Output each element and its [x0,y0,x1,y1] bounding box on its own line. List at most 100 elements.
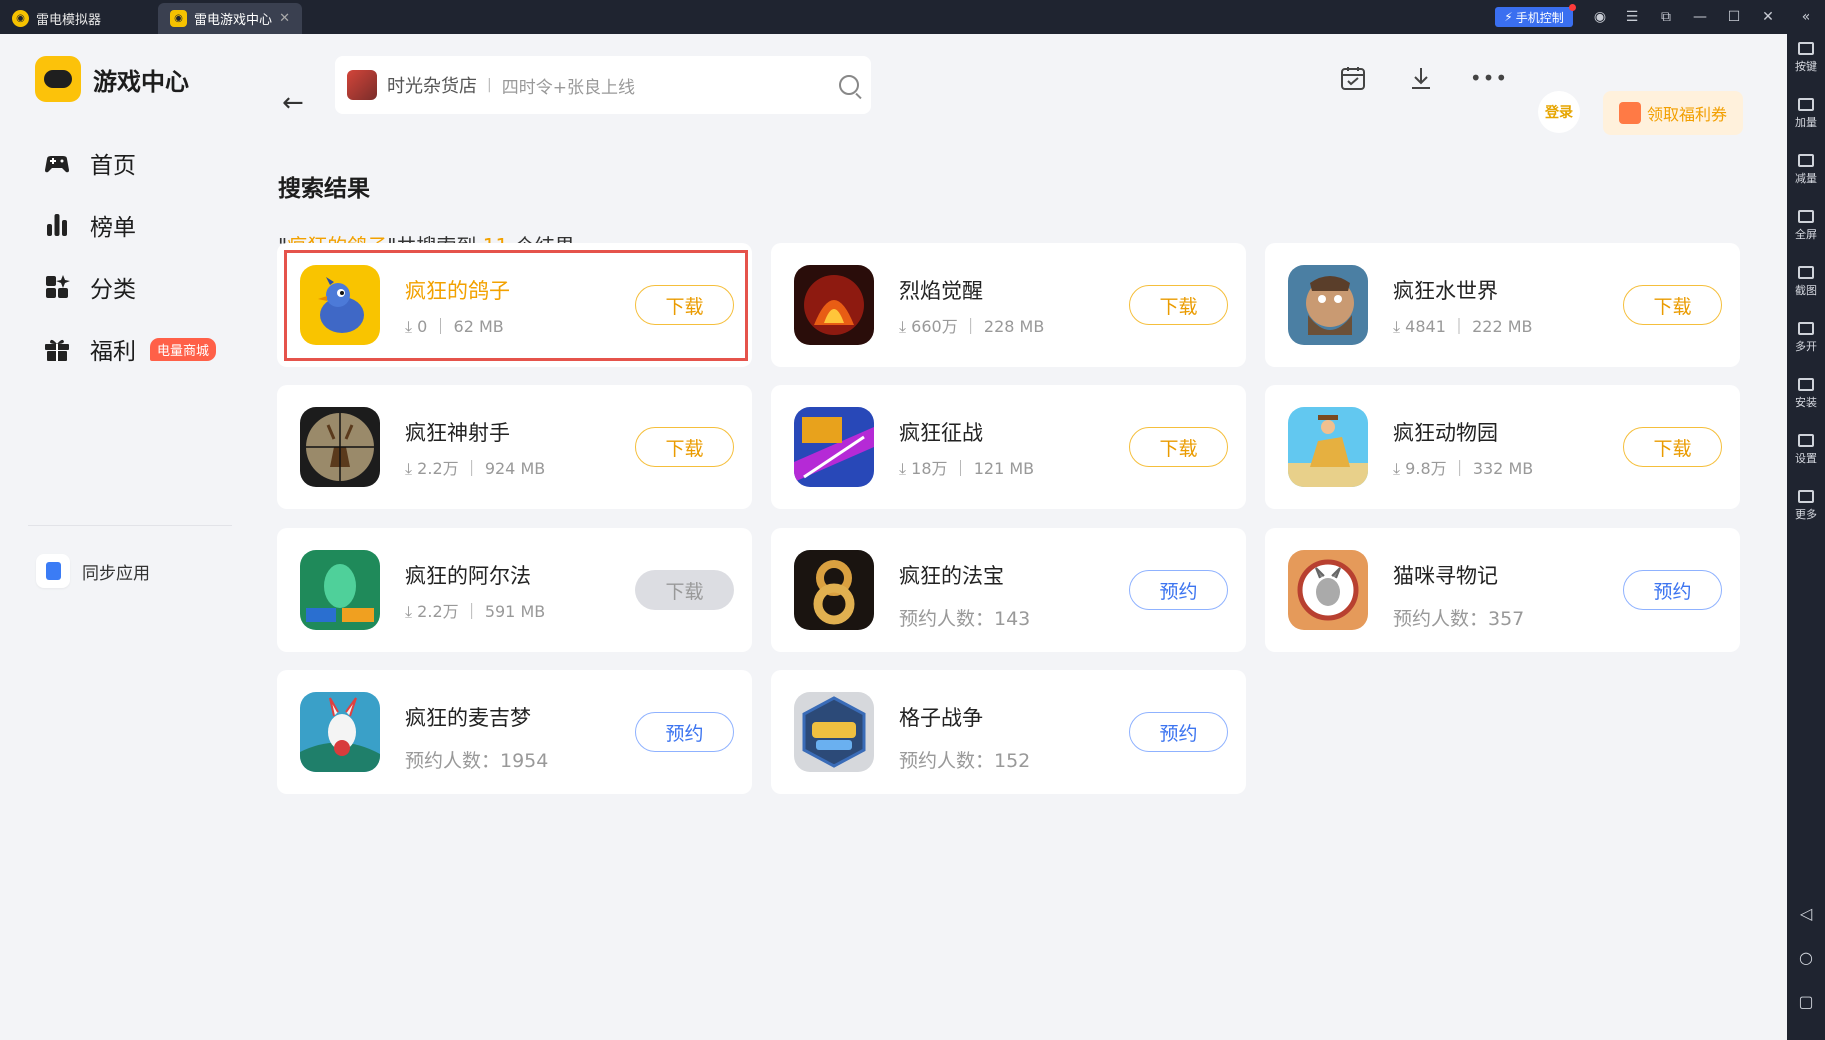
maximize-icon[interactable]: ☐ [1723,6,1745,28]
game-card[interactable]: 疯狂动物园 ⤓ 9.8万 ｜ 332 MB 下载 [1265,385,1740,509]
close-tab-icon[interactable]: ✕ [279,11,290,26]
download-count: 660万 [911,317,958,336]
reservation-count: 预约人数：1954 [405,750,549,772]
android-home-icon[interactable]: ○ [1787,948,1825,967]
reservation-count: 预约人数：357 [1393,608,1525,630]
search-results-title: 搜索结果 [278,176,370,202]
game-card[interactable]: 疯狂水世界 ⤓ 4841 ｜ 222 MB 下载 [1265,243,1740,367]
search-icon[interactable] [839,75,859,95]
download-button[interactable]: 下载 [1623,427,1722,467]
sync-apps-button[interactable]: 同步应用 [36,554,150,588]
tool-screenshot[interactable]: 截图 [1787,266,1825,298]
menu-icon[interactable]: ☰ [1621,6,1643,28]
tool-label: 全屏 [1795,228,1817,241]
download-count: 18万 [911,459,948,478]
game-size: 121 MB [973,459,1035,478]
reserve-button[interactable]: 预约 [1623,570,1722,610]
back-arrow-icon[interactable]: ← [282,90,304,116]
claim-coupon-button[interactable]: 领取福利券 [1603,91,1743,135]
keyboard-icon [1798,42,1814,55]
tool-label: 多开 [1795,340,1817,353]
more-options-icon[interactable]: ••• [1470,64,1507,92]
restore-window-icon[interactable]: ⧉ [1655,6,1677,28]
game-icon-treasure [794,550,874,630]
game-card[interactable]: 疯狂的阿尔法 ⤓ 2.2万 ｜ 591 MB 下载 [277,528,752,652]
download-button-disabled[interactable]: 下载 [635,570,734,610]
login-button[interactable]: 登录 [1538,91,1580,133]
game-icon-water-world [1288,265,1368,345]
game-icon-cat-finder [1288,550,1368,630]
download-button[interactable]: 下载 [1623,285,1722,325]
download-button[interactable]: 下载 [1129,285,1228,325]
phone-control-button[interactable]: ⚡ 手机控制 [1495,4,1576,27]
game-size: 924 MB [484,459,546,478]
game-card[interactable]: 疯狂的麦吉梦 预约人数：1954 预约 [277,670,752,794]
game-card[interactable]: 猫咪寻物记 预约人数：357 预约 [1265,528,1740,652]
scissors-icon [1798,266,1814,279]
tool-settings[interactable]: 设置 [1787,434,1825,466]
category-icon [46,275,70,298]
download-button[interactable]: 下载 [635,285,734,325]
reserve-button[interactable]: 预约 [635,712,734,752]
game-card[interactable]: 格子战争 预约人数：152 预约 [771,670,1246,794]
game-card[interactable]: 疯狂的鸽子 ⤓ 0 ｜ 62 MB 下载 [277,243,752,367]
calendar-icon[interactable] [1339,64,1367,92]
reserve-button[interactable]: 预约 [1129,570,1228,610]
tool-install[interactable]: 安装 [1787,378,1825,410]
android-back-icon[interactable]: ◁ [1787,904,1825,923]
game-icon-conquest [794,407,874,487]
game-card[interactable]: 疯狂的法宝 预约人数：143 预约 [771,528,1246,652]
right-toolbar: 按键 加量 减量 全屏 截图 多开 安装 设置 更多 ◁ ○ ▢ [1787,34,1825,1040]
game-meta: ⤓ 9.8万 ｜ 332 MB [1393,459,1534,478]
account-icon[interactable]: ◉ [1589,6,1611,28]
sync-label: 同步应用 [82,563,150,584]
tab-emulator[interactable]: ◉ 雷电模拟器 [0,3,158,34]
tool-multi-instance[interactable]: 多开 [1787,322,1825,354]
game-name: 疯狂的法宝 [899,564,1004,588]
game-card[interactable]: 疯狂征战 ⤓ 18万 ｜ 121 MB 下载 [771,385,1246,509]
search-separator: | [487,77,492,93]
tool-keymap[interactable]: 按键 [1787,42,1825,74]
download-count-icon: ⤓ [1393,459,1401,478]
brand: 游戏中心 [35,56,189,102]
download-button[interactable]: 下载 [635,427,734,467]
tool-volume-up[interactable]: 加量 [1787,98,1825,130]
close-window-icon[interactable]: ✕ [1757,6,1779,28]
tool-volume-down[interactable]: 减量 [1787,154,1825,186]
download-icon[interactable] [1407,64,1435,92]
game-card[interactable]: 烈焰觉醒 ⤓ 660万 ｜ 228 MB 下载 [771,243,1246,367]
gamepad-icon [45,156,69,173]
sidebar-item-welfare[interactable]: 福利 电量商城 [42,332,217,366]
sidebar-item-home[interactable]: 首页 [42,146,136,180]
power-mall-badge: 电量商城 [150,337,217,361]
lightning-icon: ⚡ [1504,10,1513,24]
game-name: 疯狂征战 [899,421,983,445]
download-button[interactable]: 下载 [1129,427,1228,467]
download-count-icon: ⤓ [1393,317,1401,336]
game-icon-alpha [300,550,380,630]
tab-label: 雷电游戏中心 [194,13,273,28]
game-center-logo-icon: ◉ [170,10,187,27]
download-count-icon: ⤓ [405,602,413,621]
fullscreen-icon [1798,210,1814,223]
search-bar[interactable]: 时光杂货店 | 四时令+张良上线 [335,56,871,114]
game-meta: ⤓ 660万 ｜ 228 MB [899,317,1045,336]
reserve-button[interactable]: 预约 [1129,712,1228,752]
sidebar-item-label: 榜单 [90,215,136,241]
tool-label: 按键 [1795,60,1817,73]
sidebar-item-label: 首页 [90,153,136,179]
minimize-icon[interactable]: — [1689,6,1711,28]
sidebar-item-ranking[interactable]: 榜单 [42,208,136,242]
game-card[interactable]: 疯狂神射手 ⤓ 2.2万 ｜ 924 MB 下载 [277,385,752,509]
download-count-icon: ⤓ [405,317,413,336]
phone-control-label: 手机控制 [1515,10,1564,25]
tab-game-center[interactable]: ◉ 雷电游戏中心 ✕ [158,3,302,34]
tool-more[interactable]: 更多 [1787,490,1825,522]
android-recents-icon[interactable]: ▢ [1787,992,1825,1011]
game-meta: ⤓ 2.2万 ｜ 924 MB [405,459,546,478]
tool-label: 设置 [1795,452,1817,465]
title-bar: ◉ 雷电模拟器 ◉ 雷电游戏中心 ✕ ⚡ 手机控制 ◉ ☰ ⧉ — ☐ ✕ « [0,0,1825,34]
tool-fullscreen[interactable]: 全屏 [1787,210,1825,242]
sidebar-item-category[interactable]: 分类 [42,270,136,304]
collapse-sidebar-icon[interactable]: « [1795,6,1817,28]
